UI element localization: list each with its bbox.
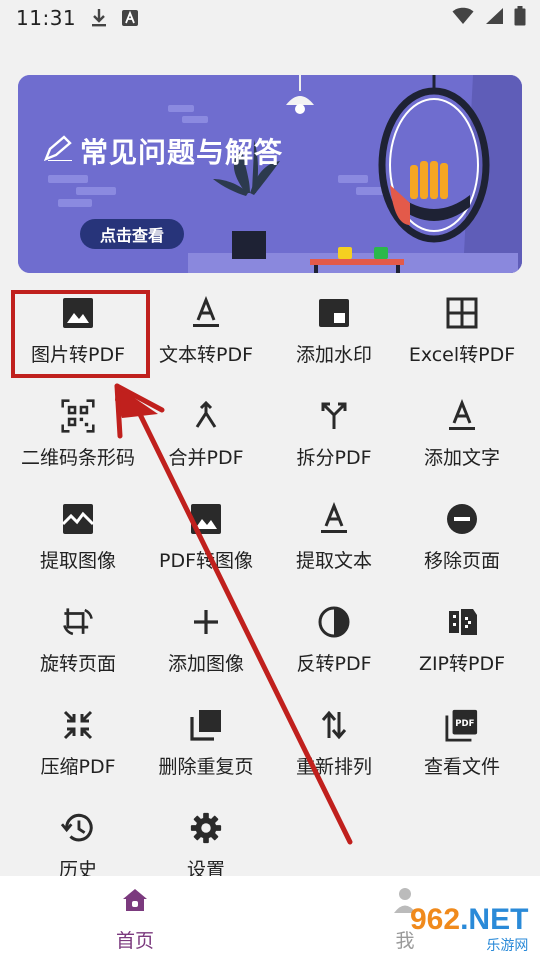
tool-label: 查看文件 — [423, 756, 500, 778]
reorder-icon — [317, 708, 351, 742]
compress-icon — [61, 708, 95, 742]
watermark-sub: 乐游网 — [486, 938, 529, 954]
banner-title-text: 常见问题与解答 — [80, 136, 284, 169]
tool-label: 添加图像 — [167, 653, 244, 675]
plus-icon — [189, 605, 223, 639]
tool-image[interactable]: PDF转图像 — [142, 490, 270, 590]
remove-circle-icon — [445, 502, 479, 536]
watermark-domain: .NET — [460, 903, 529, 936]
home-icon — [121, 886, 149, 918]
tool-label: ZIP转PDF — [418, 653, 506, 675]
tool-label: 提取文本 — [295, 550, 372, 572]
watermark-number: 962 — [410, 903, 461, 936]
tool-compress[interactable]: 压缩PDF — [14, 696, 142, 796]
tool-reorder[interactable]: 重新排列 — [270, 696, 398, 796]
battery-icon — [514, 5, 526, 31]
nav-home[interactable]: 首页 — [0, 876, 270, 960]
tool-rotate[interactable]: 旋转页面 — [14, 593, 142, 693]
download-icon — [90, 8, 108, 28]
status-time: 11:31 — [16, 6, 77, 30]
tool-merge[interactable]: 合并PDF — [142, 387, 270, 487]
tool-label: 添加水印 — [295, 344, 372, 366]
tool-qr-code[interactable]: 二维码条形码 — [14, 387, 142, 487]
tool-text-a[interactable]: 添加文字 — [398, 387, 526, 487]
banner-title: 常见问题与解答 — [43, 131, 284, 171]
tool-label: Excel转PDF — [408, 344, 516, 366]
tool-remove-circle[interactable]: 移除页面 — [398, 490, 526, 590]
tool-text-a[interactable]: 提取文本 — [270, 490, 398, 590]
image-extract-icon — [61, 502, 95, 536]
tool-zip[interactable]: ZIP转PDF — [398, 593, 526, 693]
tool-label: 删除重复页 — [158, 756, 254, 778]
tool-label: 合并PDF — [168, 447, 244, 469]
text-a-icon — [189, 296, 223, 330]
merge-icon — [189, 399, 223, 433]
signal-icon — [484, 6, 504, 30]
tool-label: PDF转图像 — [158, 550, 254, 572]
gear-icon — [189, 811, 223, 845]
svg-text:PDF: PDF — [455, 719, 474, 729]
text-a-icon — [445, 399, 479, 433]
site-watermark: 962.NET 乐游网 — [410, 905, 528, 955]
tool-duplicate[interactable]: 删除重复页 — [142, 696, 270, 796]
tool-label: 反转PDF — [296, 653, 372, 675]
zip-icon — [445, 605, 479, 639]
view-faq-button[interactable]: 点击查看 — [80, 219, 184, 249]
tool-label: 压缩PDF — [40, 756, 116, 778]
tool-label: 移除页面 — [423, 550, 500, 572]
tool-label: 文本转PDF — [158, 344, 254, 366]
invert-icon — [317, 605, 351, 639]
notification-a-icon — [122, 10, 139, 26]
tool-text-a[interactable]: 文本转PDF — [142, 284, 270, 384]
tool-image-extract[interactable]: 提取图像 — [14, 490, 142, 590]
nav-home-label: 首页 — [115, 930, 154, 952]
tool-watermark[interactable]: 添加水印 — [270, 284, 398, 384]
pencil-icon — [43, 134, 74, 168]
qr-code-icon — [61, 399, 95, 433]
rotate-icon — [61, 605, 95, 639]
grid-icon — [445, 296, 479, 330]
split-icon — [317, 399, 351, 433]
tool-pdf-file[interactable]: PDF 查看文件 — [398, 696, 526, 796]
duplicate-icon — [189, 708, 223, 742]
text-a-icon — [317, 502, 351, 536]
tool-split[interactable]: 拆分PDF — [270, 387, 398, 487]
tool-label: 提取图像 — [39, 550, 116, 572]
image-icon — [189, 502, 223, 536]
tool-plus[interactable]: 添加图像 — [142, 593, 270, 693]
tool-label: 拆分PDF — [296, 447, 372, 469]
tool-invert[interactable]: 反转PDF — [270, 593, 398, 693]
wifi-icon — [452, 6, 474, 30]
tool-label: 添加文字 — [423, 447, 500, 469]
watermark-icon — [317, 296, 351, 330]
tool-grid[interactable]: Excel转PDF — [398, 284, 526, 384]
tool-label: 旋转页面 — [39, 653, 116, 675]
pdf-file-icon: PDF — [445, 708, 479, 742]
history-icon — [61, 811, 95, 845]
highlight-box — [11, 290, 150, 378]
tool-label: 二维码条形码 — [20, 447, 135, 469]
tool-label: 重新排列 — [295, 756, 372, 778]
status-bar: 11:31 — [0, 0, 540, 36]
